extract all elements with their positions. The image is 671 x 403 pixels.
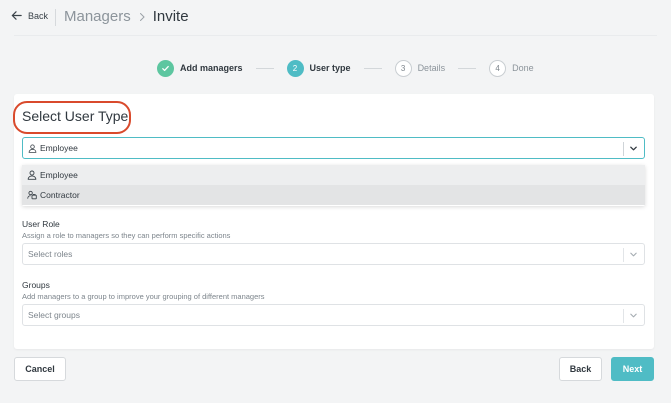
header-divider xyxy=(55,9,56,26)
select-divider xyxy=(623,142,624,156)
step-label: User type xyxy=(309,63,351,73)
chevron-down-icon[interactable] xyxy=(629,311,638,320)
step-number: 2 xyxy=(286,59,304,77)
select-divider xyxy=(623,309,624,323)
breadcrumb: Managers Invite xyxy=(64,8,189,25)
step-done-circle xyxy=(157,59,174,77)
check-icon xyxy=(162,65,169,71)
step-done: 4 Done xyxy=(489,59,534,77)
step-user-type: 2 User type xyxy=(286,59,351,77)
header-back-label: Back xyxy=(28,10,49,21)
arrow-left-icon xyxy=(11,11,22,20)
header-back-link[interactable]: Back xyxy=(10,9,48,22)
next-button[interactable]: Next xyxy=(611,357,654,381)
header-separator xyxy=(14,35,657,36)
step-label: Details xyxy=(417,63,446,73)
user-role-placeholder: Select roles xyxy=(28,249,73,259)
user-type-selected-value: Employee xyxy=(40,143,78,153)
card-title: Select User Type xyxy=(22,108,129,124)
groups-help: Add managers to a group to improve your … xyxy=(22,292,265,301)
step-connector xyxy=(255,67,274,69)
breadcrumb-parent[interactable]: Managers xyxy=(64,8,131,25)
chevron-down-icon[interactable] xyxy=(629,250,638,259)
step-label: Add managers xyxy=(180,63,243,73)
person-icon xyxy=(28,143,37,153)
select-divider xyxy=(623,248,624,262)
chevron-down-icon[interactable] xyxy=(629,144,638,153)
contractor-icon xyxy=(27,190,37,200)
dropdown-option-label: Contractor xyxy=(40,190,80,200)
user-role-help: Assign a role to managers so they can pe… xyxy=(22,231,231,240)
step-number: 4 xyxy=(489,59,507,77)
breadcrumb-current: Invite xyxy=(152,8,189,25)
user-type-select[interactable]: Employee xyxy=(22,137,645,159)
top-header: Back Managers Invite xyxy=(0,0,671,36)
groups-placeholder: Select groups xyxy=(28,310,80,320)
user-role-label: User Role xyxy=(22,219,60,229)
back-button[interactable]: Back xyxy=(559,357,602,381)
cancel-button[interactable]: Cancel xyxy=(14,357,66,381)
step-add-managers: Add managers xyxy=(157,59,243,77)
step-number: 3 xyxy=(394,59,412,77)
groups-select[interactable]: Select groups xyxy=(22,304,645,326)
step-connector xyxy=(363,67,382,69)
step-connector xyxy=(458,67,477,69)
chevron-right-icon xyxy=(139,12,145,21)
dropdown-option-label: Employee xyxy=(40,170,78,180)
wizard-stepper: Add managers 2 User type 3 Details 4 Don… xyxy=(157,59,534,77)
step-label: Done xyxy=(512,63,534,73)
dropdown-option-contractor[interactable]: Contractor xyxy=(22,185,645,205)
groups-label: Groups xyxy=(22,280,50,290)
step-details: 3 Details xyxy=(394,59,446,77)
person-icon xyxy=(27,170,37,180)
user-type-dropdown: Employee Contractor xyxy=(22,165,645,206)
dropdown-option-employee[interactable]: Employee xyxy=(22,165,645,185)
user-role-select[interactable]: Select roles xyxy=(22,243,645,265)
